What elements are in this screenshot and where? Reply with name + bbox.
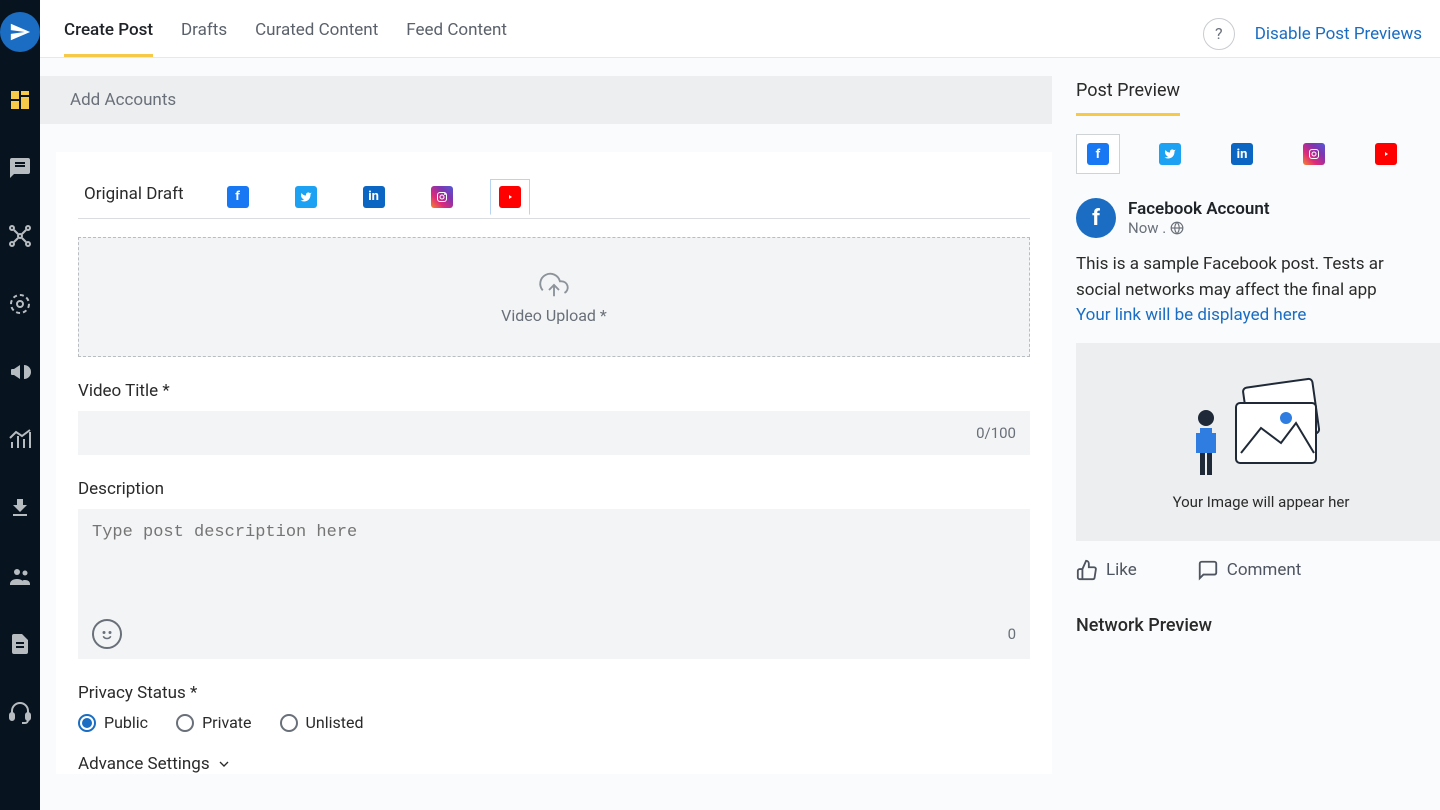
preview-body-text: This is a sample Facebook post. Tests ar… <box>1076 252 1440 329</box>
sidebar-dashboard-icon[interactable] <box>0 80 40 120</box>
sidebar-download-icon[interactable] <box>0 488 40 528</box>
post-preview-title: Post Preview <box>1076 80 1180 116</box>
like-button[interactable]: Like <box>1076 559 1137 581</box>
video-title-input[interactable] <box>92 424 976 442</box>
preview-tab-youtube[interactable] <box>1364 134 1408 174</box>
facebook-avatar-icon: f <box>1076 198 1116 238</box>
sidebar-analytics-icon[interactable] <box>0 420 40 460</box>
privacy-option-unlisted[interactable]: Unlisted <box>280 713 364 732</box>
tab-feed-content[interactable]: Feed Content <box>406 10 507 57</box>
video-title-label: Video Title * <box>78 381 1030 401</box>
thumbs-up-icon <box>1076 559 1098 581</box>
globe-icon <box>1170 221 1184 235</box>
preview-timestamp: Now . <box>1128 219 1270 237</box>
image-placeholder-illustration <box>1186 373 1336 483</box>
sidebar-support-icon[interactable] <box>0 692 40 732</box>
sidebar-connections-icon[interactable] <box>0 216 40 256</box>
video-upload-dropzone[interactable]: Video Upload * <box>78 237 1030 357</box>
description-counter: 0 <box>1008 625 1016 643</box>
privacy-radio-group: Public Private Unlisted <box>78 713 1030 732</box>
privacy-status-label: Privacy Status * <box>78 683 1030 703</box>
main-tabs: Create Post Drafts Curated Content Feed … <box>64 10 507 57</box>
tab-create-post[interactable]: Create Post <box>64 10 153 57</box>
chevron-down-icon <box>216 756 232 772</box>
comment-icon <box>1197 559 1219 581</box>
video-title-input-wrap: 0/100 <box>78 411 1030 455</box>
advance-settings-label: Advance Settings <box>78 754 210 774</box>
preview-social-tabs: f in <box>1076 134 1440 174</box>
help-button[interactable]: ? <box>1203 18 1235 50</box>
sidebar-users-icon[interactable] <box>0 556 40 596</box>
privacy-option-public[interactable]: Public <box>78 713 148 732</box>
network-preview-title: Network Preview <box>1076 615 1440 636</box>
topbar: Create Post Drafts Curated Content Feed … <box>40 0 1440 58</box>
preview-tab-twitter[interactable] <box>1148 134 1192 174</box>
privacy-public-label: Public <box>104 713 148 732</box>
upload-label: Video Upload * <box>501 306 607 325</box>
draft-tab-linkedin[interactable]: in <box>354 178 394 214</box>
left-sidebar <box>0 0 40 810</box>
disable-previews-link[interactable]: Disable Post Previews <box>1255 24 1422 44</box>
sidebar-messages-icon[interactable] <box>0 148 40 188</box>
video-title-counter: 0/100 <box>976 424 1016 442</box>
privacy-option-private[interactable]: Private <box>176 713 251 732</box>
add-accounts-bar[interactable]: Add Accounts <box>40 76 1052 124</box>
preview-image-caption: Your Image will appear her <box>1173 493 1350 511</box>
preview-panel: Post Preview f in f Facebook Account Now… <box>1052 58 1440 810</box>
draft-tab-youtube[interactable] <box>490 179 530 215</box>
draft-social-tabs: Original Draft f in <box>78 174 1030 219</box>
tab-curated-content[interactable]: Curated Content <box>255 10 378 57</box>
app-logo[interactable] <box>0 12 40 52</box>
preview-tab-linkedin[interactable]: in <box>1220 134 1264 174</box>
draft-tab-facebook[interactable]: f <box>218 178 258 214</box>
description-textarea[interactable] <box>92 523 1016 613</box>
advance-settings-toggle[interactable]: Advance Settings <box>78 754 1030 774</box>
preview-account-header: f Facebook Account Now . <box>1076 198 1440 238</box>
draft-tab-instagram[interactable] <box>422 178 462 214</box>
like-label: Like <box>1106 560 1137 580</box>
description-label: Description <box>78 479 1030 499</box>
preview-tab-instagram[interactable] <box>1292 134 1336 174</box>
preview-image-placeholder: Your Image will appear her <box>1076 343 1440 541</box>
draft-tab-twitter[interactable] <box>286 178 326 214</box>
privacy-private-label: Private <box>202 713 251 732</box>
editor-card: Original Draft f in Video Upload * Video… <box>56 152 1052 774</box>
preview-link-placeholder: Your link will be displayed here <box>1076 305 1306 325</box>
preview-actions: Like Comment <box>1076 559 1440 581</box>
cloud-upload-icon <box>535 270 573 300</box>
original-draft-tab[interactable]: Original Draft <box>78 174 190 218</box>
privacy-unlisted-label: Unlisted <box>306 713 364 732</box>
tab-drafts[interactable]: Drafts <box>181 10 227 57</box>
preview-tab-facebook[interactable]: f <box>1076 134 1120 174</box>
sidebar-target-icon[interactable] <box>0 284 40 324</box>
comment-button[interactable]: Comment <box>1197 559 1302 581</box>
comment-label: Comment <box>1227 560 1302 580</box>
emoji-picker-button[interactable] <box>92 619 122 649</box>
sidebar-megaphone-icon[interactable] <box>0 352 40 392</box>
sidebar-document-icon[interactable] <box>0 624 40 664</box>
preview-account-name: Facebook Account <box>1128 199 1270 219</box>
description-wrap: 0 <box>78 509 1030 659</box>
